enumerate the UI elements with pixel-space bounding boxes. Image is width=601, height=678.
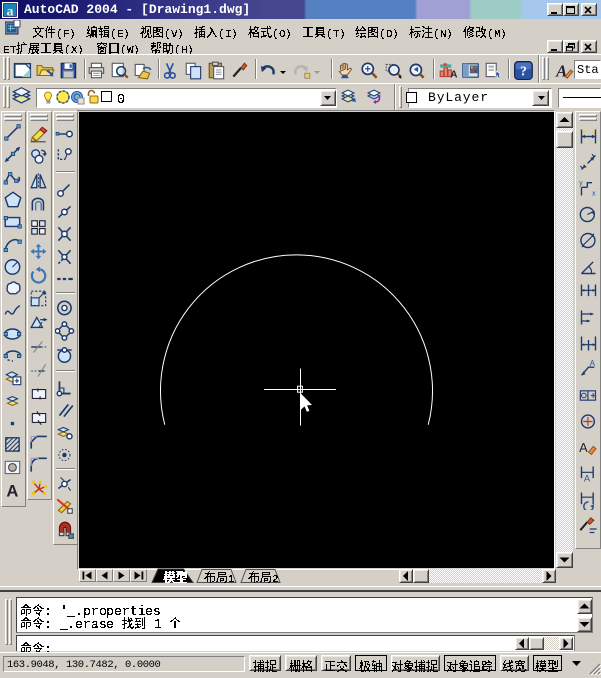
svg-text:y: y xyxy=(579,180,583,187)
svg-text:A: A xyxy=(590,359,596,368)
svg-text:A: A xyxy=(450,70,457,80)
svg-text:a: a xyxy=(7,5,14,19)
svg-text:?: ? xyxy=(520,64,527,79)
svg-text:A: A xyxy=(6,481,18,499)
svg-text:A: A xyxy=(584,473,591,483)
svg-text:x: x xyxy=(592,190,596,197)
svg-text:A: A xyxy=(579,440,588,455)
